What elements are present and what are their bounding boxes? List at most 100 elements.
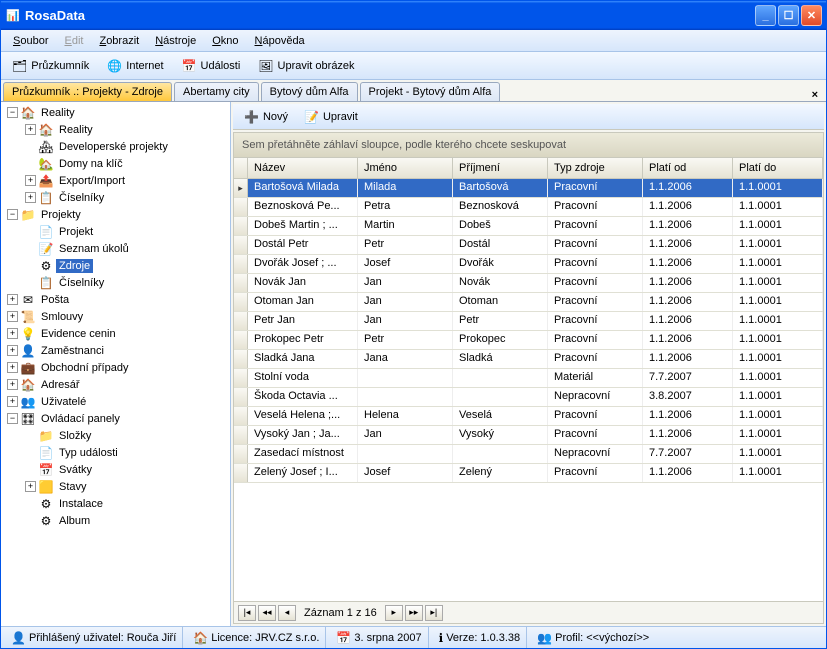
tab-3[interactable]: Projekt - Bytový dům Alfa bbox=[360, 82, 501, 101]
column-header[interactable]: Platí od bbox=[643, 158, 733, 178]
expand-icon[interactable]: + bbox=[25, 192, 36, 203]
menu-soubor[interactable]: Soubor bbox=[5, 33, 56, 49]
column-header[interactable]: Platí do bbox=[733, 158, 823, 178]
tree-node[interactable]: +✉Pošta bbox=[1, 291, 230, 308]
toolbtn-upravit-obrázek[interactable]: 🖼Upravit obrázek bbox=[251, 57, 361, 75]
new-button[interactable]: ➕ Nový bbox=[237, 108, 295, 126]
tree-node[interactable]: 🏡Domy na klíč bbox=[1, 155, 230, 172]
tab-0[interactable]: Průzkumník .: Projekty - Zdroje bbox=[3, 82, 172, 101]
expand-icon[interactable]: + bbox=[25, 124, 36, 135]
column-header[interactable]: Typ zdroje bbox=[548, 158, 643, 178]
cell: 1.1.0001 bbox=[733, 312, 823, 330]
expand-icon[interactable]: + bbox=[7, 362, 18, 373]
table-row[interactable]: Dobeš Martin ; ...MartinDobešPracovní1.1… bbox=[234, 217, 823, 236]
tree-node[interactable]: +👥Uživatelé bbox=[1, 393, 230, 410]
table-row[interactable]: Stolní vodaMateriál7.7.20071.1.0001 bbox=[234, 369, 823, 388]
column-header[interactable]: Jméno bbox=[358, 158, 453, 178]
pager-next[interactable]: ▸ bbox=[385, 605, 403, 621]
tree-icon: 📁 bbox=[20, 207, 36, 223]
collapse-icon[interactable]: − bbox=[7, 209, 18, 220]
tree-node[interactable]: 🏘Developerské projekty bbox=[1, 138, 230, 155]
pager-first[interactable]: |◂ bbox=[238, 605, 256, 621]
tree-node[interactable]: −🎛Ovládací panely bbox=[1, 410, 230, 427]
expand-icon[interactable]: + bbox=[25, 481, 36, 492]
toolbtn-internet[interactable]: 🌐Internet bbox=[100, 57, 170, 75]
edit-button[interactable]: 📝 Upravit bbox=[297, 108, 365, 126]
toolbtn-události[interactable]: 📅Události bbox=[175, 57, 248, 75]
expand-icon[interactable]: + bbox=[7, 311, 18, 322]
table-row[interactable]: ▸Bartošová MiladaMiladaBartošováPracovní… bbox=[234, 179, 823, 198]
cell: Dvořák Josef ; ... bbox=[248, 255, 358, 273]
menu-okno[interactable]: Okno bbox=[204, 33, 246, 49]
tree-node[interactable]: ⚙Instalace bbox=[1, 495, 230, 512]
tree-node[interactable]: +💡Evidence cenin bbox=[1, 325, 230, 342]
table-row[interactable]: Beznosková Pe...PetraBeznoskováPracovní1… bbox=[234, 198, 823, 217]
tree-node[interactable]: 📄Projekt bbox=[1, 223, 230, 240]
table-row[interactable]: Petr JanJanPetrPracovní1.1.20061.1.0001 bbox=[234, 312, 823, 331]
tree-node[interactable]: +🟨Stavy bbox=[1, 478, 230, 495]
group-by-hint[interactable]: Sem přetáhněte záhlaví sloupce, podle kt… bbox=[233, 132, 824, 158]
tree-panel[interactable]: −🏠Reality+🏠Reality🏘Developerské projekty… bbox=[1, 102, 231, 626]
table-row[interactable]: Veselá Helena ;...HelenaVeseláPracovní1.… bbox=[234, 407, 823, 426]
expand-icon[interactable]: + bbox=[7, 345, 18, 356]
table-row[interactable]: Novák JanJanNovákPracovní1.1.20061.1.000… bbox=[234, 274, 823, 293]
tree-node[interactable]: ⚙Zdroje bbox=[1, 257, 230, 274]
minimize-button[interactable]: _ bbox=[755, 5, 776, 26]
table-row[interactable]: Škoda Octavia ...Nepracovní3.8.20071.1.0… bbox=[234, 388, 823, 407]
tree-node[interactable]: 📋Číselníky bbox=[1, 274, 230, 291]
tree-node[interactable]: ⚙Album bbox=[1, 512, 230, 529]
tree-node[interactable]: +📋Číselníky bbox=[1, 189, 230, 206]
expand-icon[interactable]: + bbox=[7, 379, 18, 390]
cell bbox=[358, 445, 453, 463]
collapse-icon[interactable]: − bbox=[7, 413, 18, 424]
expand-icon[interactable]: + bbox=[7, 328, 18, 339]
menu-nástroje[interactable]: Nástroje bbox=[147, 33, 204, 49]
expand-icon[interactable]: + bbox=[25, 175, 36, 186]
toolbtn-průzkumník[interactable]: 🗂Průzkumník bbox=[5, 57, 96, 75]
tree-node[interactable]: +🏠Adresář bbox=[1, 376, 230, 393]
table-row[interactable]: Otoman JanJanOtomanPracovní1.1.20061.1.0… bbox=[234, 293, 823, 312]
tree-node[interactable]: +💼Obchodní případy bbox=[1, 359, 230, 376]
table-row[interactable]: Sladká JanaJanaSladkáPracovní1.1.20061.1… bbox=[234, 350, 823, 369]
pager-next-page[interactable]: ▸▸ bbox=[405, 605, 423, 621]
tree-node[interactable]: −📁Projekty bbox=[1, 206, 230, 223]
tree-label: Reality bbox=[56, 123, 96, 137]
column-header[interactable]: Název bbox=[248, 158, 358, 178]
table-row[interactable]: Zasedací místnostNepracovní7.7.20071.1.0… bbox=[234, 445, 823, 464]
table-row[interactable]: Dvořák Josef ; ...JosefDvořákPracovní1.1… bbox=[234, 255, 823, 274]
tree-node[interactable]: 📁Složky bbox=[1, 427, 230, 444]
tree-node[interactable]: 📅Svátky bbox=[1, 461, 230, 478]
table-row[interactable]: Prokopec PetrPetrProkopecPracovní1.1.200… bbox=[234, 331, 823, 350]
pager-prev[interactable]: ◂ bbox=[278, 605, 296, 621]
tree-node[interactable]: +📜Smlouvy bbox=[1, 308, 230, 325]
table-row[interactable]: Vysoký Jan ; Ja...JanVysokýPracovní1.1.2… bbox=[234, 426, 823, 445]
pager-last[interactable]: ▸| bbox=[425, 605, 443, 621]
collapse-icon[interactable]: − bbox=[7, 107, 18, 118]
table-row[interactable]: Dostál PetrPetrDostálPracovní1.1.20061.1… bbox=[234, 236, 823, 255]
cell: 1.1.2006 bbox=[643, 464, 733, 482]
tab-1[interactable]: Abertamy city bbox=[174, 82, 259, 101]
tab-2[interactable]: Bytový dům Alfa bbox=[261, 82, 358, 101]
tree-node[interactable]: +🏠Reality bbox=[1, 121, 230, 138]
expand-icon[interactable]: + bbox=[7, 396, 18, 407]
tree-node[interactable]: +👤Zaměstnanci bbox=[1, 342, 230, 359]
tree-node[interactable]: 📄Typ události bbox=[1, 444, 230, 461]
table-row[interactable]: Zelený Josef ; I...JosefZelenýPracovní1.… bbox=[234, 464, 823, 483]
cell: 1.1.0001 bbox=[733, 388, 823, 406]
column-header[interactable]: Příjmení bbox=[453, 158, 548, 178]
maximize-button[interactable]: ☐ bbox=[778, 5, 799, 26]
expand-icon[interactable]: + bbox=[7, 294, 18, 305]
house-icon: 🏠 bbox=[193, 632, 208, 644]
grid-body[interactable]: ▸Bartošová MiladaMiladaBartošováPracovní… bbox=[234, 179, 823, 601]
tree-icon: 📜 bbox=[20, 309, 36, 325]
pager-prev-page[interactable]: ◂◂ bbox=[258, 605, 276, 621]
titlebar[interactable]: 📊 RosaData _ ☐ ✕ bbox=[1, 1, 826, 30]
tab-close-button[interactable]: × bbox=[806, 89, 824, 101]
cell bbox=[358, 388, 453, 406]
tree-node[interactable]: +📤Export/Import bbox=[1, 172, 230, 189]
tree-node[interactable]: 📝Seznam úkolů bbox=[1, 240, 230, 257]
tree-node[interactable]: −🏠Reality bbox=[1, 104, 230, 121]
menu-nápověda[interactable]: Nápověda bbox=[247, 33, 313, 49]
close-button[interactable]: ✕ bbox=[801, 5, 822, 26]
menu-zobrazit[interactable]: Zobrazit bbox=[91, 33, 147, 49]
